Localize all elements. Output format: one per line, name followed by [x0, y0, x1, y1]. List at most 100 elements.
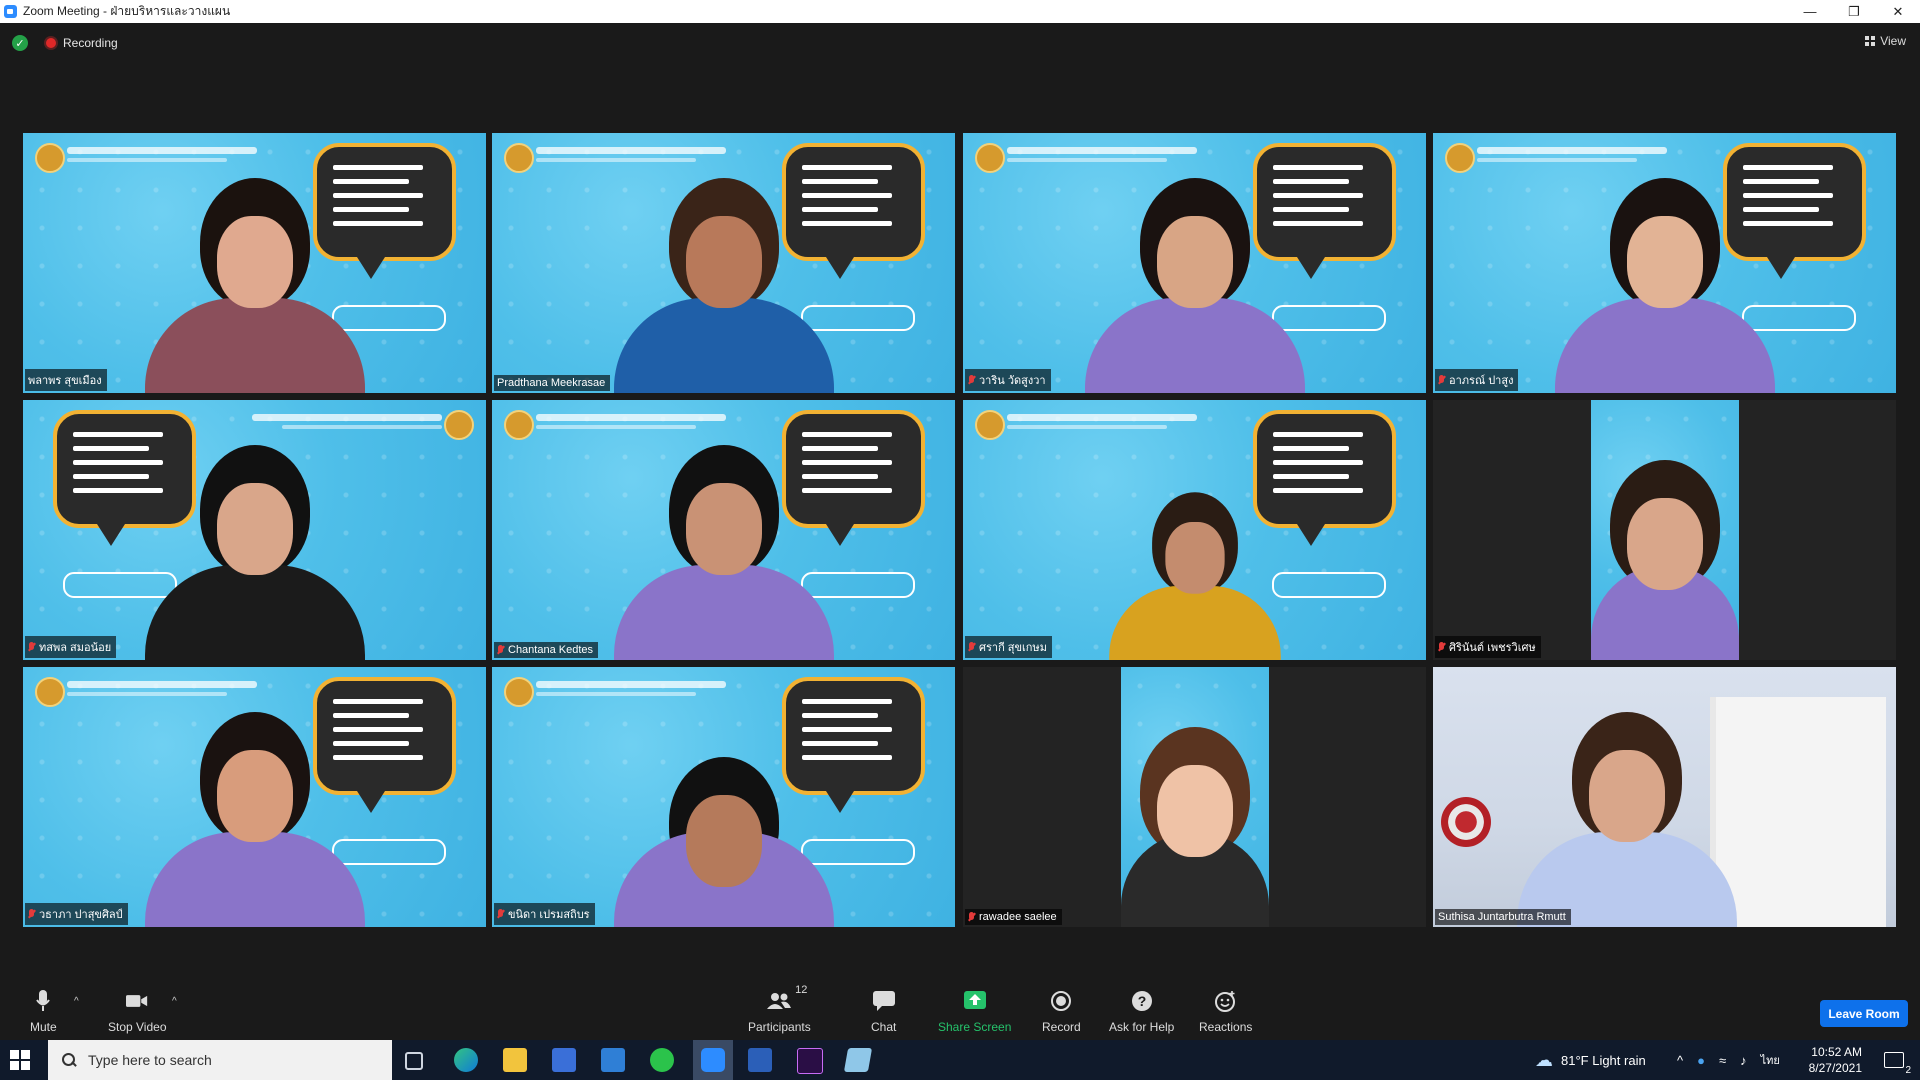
clock-time: 10:52 AM [1811, 1045, 1862, 1059]
flowers-graphic [1441, 797, 1491, 847]
video-tile[interactable]: ศรากี สุขเกษม [963, 400, 1426, 660]
app-window-icon[interactable] [843, 1048, 873, 1072]
view-button[interactable]: View [1865, 34, 1906, 48]
clock-date: 8/27/2021 [1808, 1061, 1862, 1075]
encryption-shield-icon[interactable]: ✓ [12, 35, 28, 51]
record-label: Record [1042, 1020, 1081, 1034]
record-button[interactable]: Record [1042, 990, 1081, 1034]
search-icon [62, 1053, 76, 1067]
window-title-bar: Zoom Meeting - ฝ่ายบริหารและวางแผน — ❐ ✕ [0, 0, 1920, 23]
stop-video-label: Stop Video [108, 1020, 167, 1034]
video-tile[interactable]: วธาภา ปาสุขศิลป์ [23, 667, 486, 927]
video-tile[interactable]: ขนิดา เปรมสถิบร [492, 667, 955, 927]
reactions-label: Reactions [1199, 1020, 1253, 1034]
grid-view-icon [1865, 36, 1876, 46]
task-view-icon[interactable] [405, 1052, 423, 1070]
muted-microphone-icon [1438, 642, 1445, 652]
taskbar-clock[interactable]: 10:52 AM 8/27/2021 [1809, 1044, 1862, 1076]
participant-video-person [1084, 178, 1305, 393]
video-tile[interactable]: Pradthana Meekrasae [492, 133, 955, 393]
file-explorer-icon[interactable] [503, 1048, 527, 1072]
window-title: Zoom Meeting - ฝ่ายบริหารและวางแผน [23, 4, 231, 18]
chat-label: Chat [871, 1020, 897, 1034]
audio-options-caret-icon[interactable]: ^ [74, 996, 79, 1007]
participants-label: Participants [748, 1020, 811, 1034]
word-icon[interactable] [748, 1048, 772, 1072]
premiere-pro-icon[interactable] [797, 1048, 823, 1074]
participants-button[interactable]: 12 Participants [748, 984, 811, 1034]
video-tile[interactable]: Suthisa Juntarbutra Rmutt [1433, 667, 1896, 927]
windows-start-icon[interactable] [10, 1050, 30, 1070]
participant-video-person [613, 178, 834, 393]
participant-name: rawadee saelee [979, 911, 1057, 923]
line-app-icon[interactable] [650, 1048, 674, 1072]
edge-browser-icon[interactable] [454, 1048, 478, 1072]
video-tile[interactable]: พลาพร สุขเมือง [23, 133, 486, 393]
taskbar-search-box[interactable]: Type here to search [48, 1040, 392, 1080]
participant-name: พลาพร สุขเมือง [28, 375, 102, 387]
participant-video-person [613, 445, 834, 660]
zoom-app-icon [4, 5, 17, 18]
notification-center-icon[interactable]: 2 [1884, 1052, 1911, 1076]
mute-label: Mute [30, 1020, 57, 1034]
mail-icon[interactable] [601, 1048, 625, 1072]
participant-name-label: ทสพล สมอน้อย [25, 636, 117, 658]
chevron-up-icon[interactable]: ^ [1677, 1053, 1683, 1068]
mute-button[interactable]: Mute [30, 990, 57, 1034]
video-options-caret-icon[interactable]: ^ [172, 996, 177, 1007]
video-tile[interactable]: อาภรณ์ ปาสูง [1433, 133, 1896, 393]
video-tile[interactable]: ศิรินันต์ เพชรวิเศษ [1433, 400, 1896, 660]
help-question-icon: ? [1131, 990, 1153, 1012]
participants-icon: 12 [759, 984, 807, 1012]
video-tile[interactable]: ทสพล สมอน้อย [23, 400, 486, 660]
participant-video-person [1590, 460, 1739, 660]
participant-name: ศิรินันต์ เพชรวิเศษ [1449, 642, 1536, 654]
video-feed [1590, 400, 1739, 660]
video-tile[interactable]: Chantana Kedtes [492, 400, 955, 660]
muted-microphone-icon [1438, 375, 1445, 385]
onedrive-cloud-icon[interactable]: ● [1697, 1053, 1705, 1068]
muted-microphone-icon [28, 909, 35, 919]
ask-for-help-button[interactable]: ? Ask for Help [1109, 990, 1174, 1034]
input-language[interactable]: ไทย [1761, 1051, 1780, 1069]
participant-name: วธาภา ปาสุขศิลป์ [39, 909, 123, 921]
participant-video-person [144, 712, 365, 927]
chat-button[interactable]: Chat [871, 990, 896, 1034]
muted-microphone-icon [968, 375, 975, 385]
ask-for-help-label: Ask for Help [1109, 1020, 1175, 1034]
participant-name: Pradthana Meekrasae [497, 377, 606, 389]
participant-name: อาภรณ์ ปาสูง [1449, 375, 1514, 387]
participant-video-person [1517, 712, 1738, 927]
recording-dot-icon [46, 38, 56, 48]
participant-video-person [144, 445, 365, 660]
video-feed [1120, 667, 1269, 927]
reactions-button[interactable]: Reactions [1199, 990, 1252, 1034]
leave-room-button[interactable]: Leave Room [1820, 1000, 1908, 1027]
zoom-taskbar-icon[interactable] [693, 1040, 733, 1080]
share-screen-icon [963, 990, 986, 1012]
view-label: View [1880, 34, 1906, 48]
windows-taskbar: Type here to search ☁ 81°F Light rain ^ … [0, 1040, 1920, 1080]
share-screen-button[interactable]: Share Screen [938, 990, 1011, 1034]
video-tile[interactable]: rawadee saelee [963, 667, 1426, 927]
wifi-icon[interactable]: ≈ [1719, 1053, 1726, 1068]
microsoft-store-icon[interactable] [552, 1048, 576, 1072]
restore-icon[interactable]: ❐ [1832, 0, 1876, 23]
speaker-icon[interactable]: ♪ [1740, 1053, 1747, 1068]
participant-name-label: ขนิดา เปรมสถิบร [494, 903, 595, 925]
participant-video-person [1108, 492, 1281, 660]
muted-microphone-icon [28, 642, 35, 652]
weather-widget[interactable]: ☁ 81°F Light rain [1535, 1040, 1646, 1080]
svg-text:?: ? [1137, 993, 1146, 1009]
stop-video-button[interactable]: Stop Video [108, 990, 167, 1034]
video-tile[interactable]: วาริน วัดสูงวา [963, 133, 1426, 393]
participant-name-label: Suthisa Juntarbutra Rmutt [1435, 909, 1571, 925]
minimize-icon[interactable]: — [1788, 0, 1832, 23]
participant-name: ขนิดา เปรมสถิบร [508, 909, 590, 921]
participant-name-label: ศิรินันต์ เพชรวิเศษ [1435, 636, 1541, 658]
participant-video-person [613, 757, 834, 927]
search-placeholder: Type here to search [88, 1052, 212, 1068]
close-icon[interactable]: ✕ [1876, 0, 1920, 23]
participant-video-person [144, 178, 365, 393]
notification-count: 2 [1905, 1065, 1911, 1076]
